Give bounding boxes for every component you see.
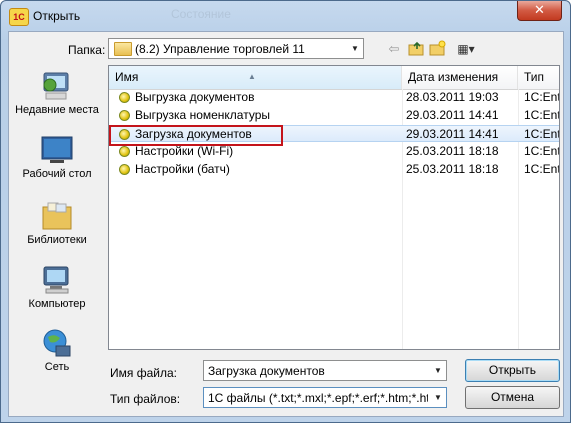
file-type: 1C:Ent xyxy=(524,162,560,176)
back-icon[interactable]: ⇦ xyxy=(386,40,402,58)
close-button[interactable]: ✕ xyxy=(517,1,562,21)
column-header-name[interactable]: Имя ▲ xyxy=(109,66,402,89)
file-date: 25.03.2011 18:18 xyxy=(406,144,499,158)
column-header-row: Имя ▲ Дата изменения Тип xyxy=(109,66,559,90)
place-network[interactable]: Сеть xyxy=(9,328,105,374)
file-row[interactable]: Выгрузка номенклатуры 29.03.2011 14:41 1… xyxy=(109,107,559,124)
1c-file-icon xyxy=(119,146,130,157)
file-name-value[interactable]: Загрузка документов xyxy=(208,364,428,378)
file-type: 1C:Ent xyxy=(524,127,560,141)
new-folder-icon[interactable] xyxy=(429,40,447,58)
folder-icon xyxy=(114,42,132,56)
place-libraries-label: Библиотеки xyxy=(27,234,87,246)
1c-file-icon xyxy=(119,92,130,103)
chevron-down-icon[interactable]: ▼ xyxy=(347,39,363,58)
place-desktop[interactable]: Рабочий стол xyxy=(9,135,105,181)
1c-file-icon xyxy=(119,129,130,140)
chevron-down-icon[interactable]: ▼ xyxy=(430,361,446,380)
place-computer-label: Компьютер xyxy=(28,298,86,310)
background-window-text: Состояние xyxy=(171,7,231,21)
file-row-selected[interactable]: Загрузка документов 29.03.2011 14:41 1C:… xyxy=(109,125,559,142)
computer-icon xyxy=(43,266,69,294)
file-name: Загрузка документов xyxy=(135,127,252,141)
look-in-label: Папка: xyxy=(68,43,106,57)
file-list[interactable]: Имя ▲ Дата изменения Тип Выгрузка докуме… xyxy=(108,65,560,350)
network-icon xyxy=(43,329,71,357)
libraries-icon xyxy=(42,202,72,230)
cancel-button[interactable]: Отмена xyxy=(465,386,560,409)
look-in-value: (8.2) Управление торговлей 11 xyxy=(135,42,305,56)
dialog-title: Открыть xyxy=(33,9,81,23)
dialog-body: Папка: (8.2) Управление торговлей 11 ▼ ⇦… xyxy=(8,31,564,417)
column-header-type[interactable]: Тип xyxy=(518,66,559,89)
file-row[interactable]: Настройки (батч) 25.03.2011 18:18 1C:Ent xyxy=(109,161,559,178)
file-type-combobox[interactable]: 1С файлы (*.txt;*.mxl;*.epf;*.erf;*.htm;… xyxy=(203,387,447,408)
file-type: 1C:Ent xyxy=(524,90,560,104)
file-name-label: Имя файла: xyxy=(110,366,177,380)
open-button[interactable]: Открыть xyxy=(465,359,560,382)
desktop-icon xyxy=(41,136,73,163)
place-recent-label: Недавние места xyxy=(15,104,99,116)
place-network-label: Сеть xyxy=(44,361,70,373)
file-type: 1C:Ent xyxy=(524,108,560,122)
column-header-type-label: Тип xyxy=(524,70,545,84)
file-type-label: Тип файлов: xyxy=(110,392,181,406)
column-header-date[interactable]: Дата изменения xyxy=(402,66,518,89)
places-bar: Недавние места Рабочий стол Библиотеки К… xyxy=(9,65,105,415)
file-row[interactable]: Настройки (Wi-Fi) 25.03.2011 18:18 1C:En… xyxy=(109,143,559,160)
column-header-name-label: Имя xyxy=(115,70,139,84)
open-file-dialog: 1С Открыть Состояние ✕ Папка: (8.2) Упра… xyxy=(0,0,571,423)
column-header-date-label: Дата изменения xyxy=(408,70,499,84)
chevron-down-icon[interactable]: ▼ xyxy=(430,388,446,407)
place-recent[interactable]: Недавние места xyxy=(9,71,105,117)
place-libraries[interactable]: Библиотеки xyxy=(9,201,105,247)
file-name: Выгрузка документов xyxy=(135,90,255,104)
file-type: 1C:Ent xyxy=(524,144,560,158)
sort-ascending-icon: ▲ xyxy=(248,72,256,81)
file-name: Настройки (батч) xyxy=(135,162,230,176)
file-date: 29.03.2011 14:41 xyxy=(406,127,499,141)
look-in-combobox[interactable]: (8.2) Управление торговлей 11 ▼ xyxy=(108,38,364,59)
file-date: 29.03.2011 14:41 xyxy=(406,108,499,122)
1c-file-icon xyxy=(119,110,130,121)
file-name: Настройки (Wi-Fi) xyxy=(135,144,234,158)
place-computer[interactable]: Компьютер xyxy=(9,265,105,311)
file-name: Выгрузка номенклатуры xyxy=(135,108,271,122)
file-type-value: 1С файлы (*.txt;*.mxl;*.epf;*.erf;*.htm;… xyxy=(208,391,428,405)
view-menu-icon[interactable]: ▦▾ xyxy=(453,40,479,58)
file-row[interactable]: Выгрузка документов 28.03.2011 19:03 1C:… xyxy=(109,89,559,106)
place-desktop-label: Рабочий стол xyxy=(22,168,92,180)
title-bar[interactable]: 1С Открыть Состояние ✕ xyxy=(1,1,570,31)
file-name-combobox[interactable]: Загрузка документов ▼ xyxy=(203,360,447,381)
1c-app-icon: 1С xyxy=(9,8,29,26)
recent-places-icon xyxy=(43,72,69,100)
file-date: 25.03.2011 18:18 xyxy=(406,162,499,176)
1c-file-icon xyxy=(119,164,130,175)
up-folder-icon[interactable] xyxy=(408,40,426,58)
file-date: 28.03.2011 19:03 xyxy=(406,90,499,104)
